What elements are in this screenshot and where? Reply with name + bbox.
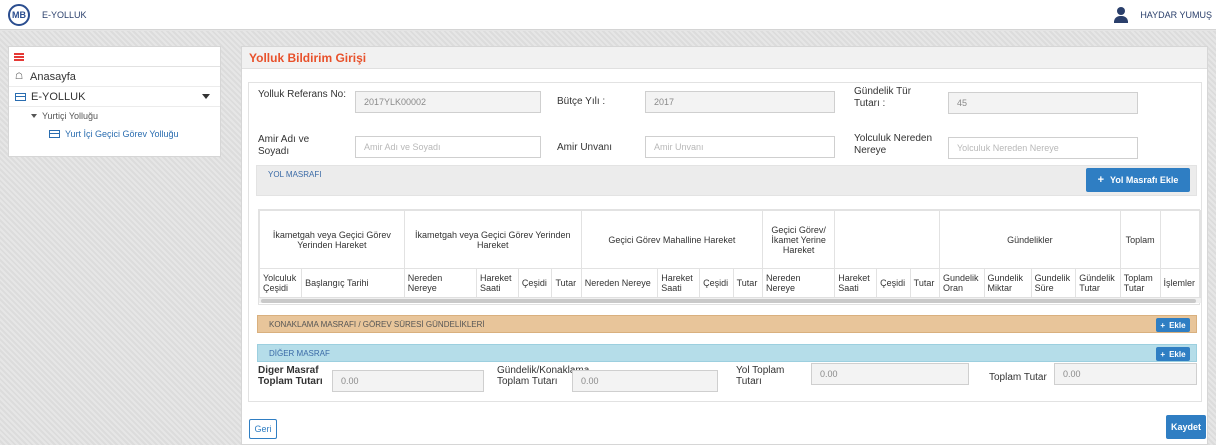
butce-input[interactable]: 2017 bbox=[645, 91, 835, 113]
user-menu[interactable]: HAYDAR YUMUŞ bbox=[1114, 0, 1212, 30]
add-yol-masrafi-button[interactable]: + Yol Masrafı Ekle bbox=[1086, 168, 1190, 192]
col-header: Nereden Nereye bbox=[403, 268, 478, 298]
caret-down-icon bbox=[202, 94, 210, 99]
col-header: Hareket Saati bbox=[476, 268, 519, 298]
add-diger-label: Ekle bbox=[1169, 349, 1186, 359]
sidebar-item-label: E-YOLLUK bbox=[31, 90, 86, 103]
save-button[interactable]: Kaydet bbox=[1166, 415, 1206, 439]
group-header-gecici-gorev: Geçici Görev Mahalline Hareket bbox=[580, 210, 763, 269]
yol-masrafi-section: YOL MASRAFI + Yol Masrafı Ekle bbox=[256, 165, 1197, 196]
gundelik-total-label: Gündelik/Konaklama Toplam Tutarı bbox=[497, 365, 590, 387]
col-header: Hareket Saati bbox=[834, 268, 878, 298]
logo[interactable]: MB bbox=[8, 3, 30, 26]
group-header-ikametgah-2: İkametgah veya Geçici Görev Yerinden Har… bbox=[403, 210, 582, 269]
konaklama-section: KONAKLAMA MASRAFI / GÖREV SÜRESİ GÜNDELİ… bbox=[257, 315, 1197, 333]
col-header: Gündelik Tutar bbox=[1075, 268, 1121, 298]
col-header: Tutar bbox=[551, 268, 582, 298]
toplam-tutar-input[interactable]: 0.00 bbox=[1054, 363, 1197, 385]
yol-total-input[interactable]: 0.00 bbox=[811, 363, 969, 385]
ref-label: Yolluk Referans No: bbox=[258, 89, 347, 100]
gundelik-tur-label: Gündelik Tür Tutarı : bbox=[854, 86, 912, 109]
group-header-gundelikler: Gündelikler bbox=[938, 210, 1121, 269]
sidebar-item-anasayfa[interactable]: ☖ Anasayfa bbox=[9, 67, 220, 87]
amir-input[interactable]: Amir Adı ve Soyadı bbox=[355, 136, 541, 158]
col-header: Çeşidi bbox=[517, 268, 553, 298]
col-header: Gundelik Miktar bbox=[983, 268, 1032, 298]
col-header: Nereden Nereye bbox=[761, 268, 836, 298]
caret-down-icon bbox=[31, 114, 37, 118]
diger-total-label: Diger Masraf Toplam Tutarı bbox=[258, 365, 323, 387]
sidebar-header bbox=[9, 47, 220, 67]
col-header: Nereden Nereye bbox=[580, 268, 659, 298]
card-icon bbox=[15, 92, 26, 101]
amir-label: Amir Adı ve Soyadı bbox=[258, 134, 310, 157]
top-bar: MB E-YOLLUK HAYDAR YUMUŞ bbox=[0, 0, 1216, 30]
col-header: Toplam Tutar bbox=[1119, 268, 1161, 298]
group-header-ikamet-yerine: Geçici Görev/ İkamet Yerine Hareket bbox=[761, 210, 836, 269]
sidebar-subsub-label: Yurt İçi Geçici Görev Yolluğu bbox=[65, 129, 179, 139]
diger-total-input[interactable]: 0.00 bbox=[332, 370, 484, 392]
sidebar-item-yurtici-yollugu[interactable]: Yurtiçi Yolluğu bbox=[9, 107, 220, 125]
col-header: Tutar bbox=[732, 268, 763, 298]
yol-masrafi-title: YOL MASRAFI bbox=[268, 170, 322, 179]
back-button[interactable]: Geri bbox=[249, 419, 277, 439]
unvan-label: Amir Unvanı bbox=[557, 142, 613, 153]
sidebar-item-label: Anasayfa bbox=[30, 70, 76, 83]
table: İkametgah veya Geçici Görev Yerinden Har… bbox=[258, 210, 1202, 298]
plus-icon: + bbox=[1160, 349, 1166, 359]
col-header: Yolculuk Çeşidi bbox=[258, 268, 303, 298]
sidebar: ☖ Anasayfa E-YOLLUK Yurtiçi Yolluğu Yurt… bbox=[8, 46, 221, 157]
menu-list-icon[interactable] bbox=[14, 53, 24, 61]
nereden-input[interactable]: Yolculuk Nereden Nereye bbox=[948, 137, 1138, 159]
nereden-label: Yolculuk Nereden Nereye bbox=[854, 133, 933, 156]
unvan-input[interactable]: Amir Unvanı bbox=[645, 136, 835, 158]
user-name: HAYDAR YUMUŞ bbox=[1140, 10, 1212, 20]
user-icon bbox=[1114, 7, 1129, 23]
diger-title: DİĞER MASRAF bbox=[269, 349, 330, 358]
butce-label: Bütçe Yılı : bbox=[557, 96, 606, 107]
app-name[interactable]: E-YOLLUK bbox=[42, 10, 87, 20]
group-header-empty bbox=[1159, 210, 1202, 269]
col-header: Hareket Saati bbox=[657, 268, 701, 298]
konaklama-title: KONAKLAMA MASRAFI / GÖREV SÜRESİ GÜNDELİ… bbox=[269, 320, 485, 329]
form-box: Yolluk Referans No: 2017YLK00002 Bütçe Y… bbox=[248, 82, 1202, 402]
ref-input[interactable]: 2017YLK00002 bbox=[355, 91, 541, 113]
diger-masraf-section: DİĞER MASRAF + Ekle bbox=[257, 344, 1197, 362]
add-konaklama-label: Ekle bbox=[1169, 320, 1186, 330]
gundelik-tur-input[interactable]: 45 bbox=[948, 92, 1138, 114]
scrollbar-thumb[interactable] bbox=[261, 299, 1196, 303]
add-yol-masrafi-label: Yol Masrafı Ekle bbox=[1110, 175, 1179, 185]
group-header-ikametgah-1: İkametgah veya Geçici Görev Yerinden Har… bbox=[259, 210, 405, 269]
group-header-toplam: Toplam bbox=[1119, 210, 1161, 269]
gundelik-total-input[interactable]: 0.00 bbox=[572, 370, 718, 392]
col-header: Çeşidi bbox=[876, 268, 911, 298]
add-konaklama-button[interactable]: + Ekle bbox=[1156, 318, 1190, 332]
logo-text: MB bbox=[12, 9, 26, 20]
home-icon: ☖ bbox=[15, 71, 24, 81]
col-header: Gundelik Oran bbox=[938, 268, 985, 298]
main-header: Yolluk Bildirim Girişi bbox=[242, 47, 1207, 69]
main-panel: Yolluk Bildirim Girişi Yolluk Referans N… bbox=[241, 46, 1208, 445]
col-header: İşlemler bbox=[1159, 268, 1202, 298]
yol-masrafi-table: İkametgah veya Geçici Görev Yerinden Har… bbox=[258, 209, 1202, 305]
sidebar-item-e-yolluk[interactable]: E-YOLLUK bbox=[9, 87, 220, 107]
yol-total-label: Yol Toplam Tutarı bbox=[736, 365, 785, 387]
col-header: Tutar bbox=[909, 268, 940, 298]
card-icon bbox=[49, 130, 60, 138]
sidebar-item-gecici-gorev[interactable]: Yurt İçi Geçici Görev Yolluğu bbox=[9, 125, 220, 143]
col-header: Çeşidi bbox=[699, 268, 734, 298]
page-title: Yolluk Bildirim Girişi bbox=[249, 50, 367, 65]
col-header: Başlangıç Tarihi bbox=[301, 268, 405, 298]
group-header-empty bbox=[834, 210, 940, 269]
horizontal-scrollbar[interactable] bbox=[259, 297, 1201, 303]
add-diger-button[interactable]: + Ekle bbox=[1156, 347, 1190, 361]
plus-icon: + bbox=[1097, 174, 1105, 186]
toplam-tutar-label: Toplam Tutar bbox=[989, 372, 1047, 383]
sidebar-sub-label: Yurtiçi Yolluğu bbox=[42, 111, 99, 121]
plus-icon: + bbox=[1160, 320, 1166, 330]
col-header: Gundelik Süre bbox=[1030, 268, 1077, 298]
